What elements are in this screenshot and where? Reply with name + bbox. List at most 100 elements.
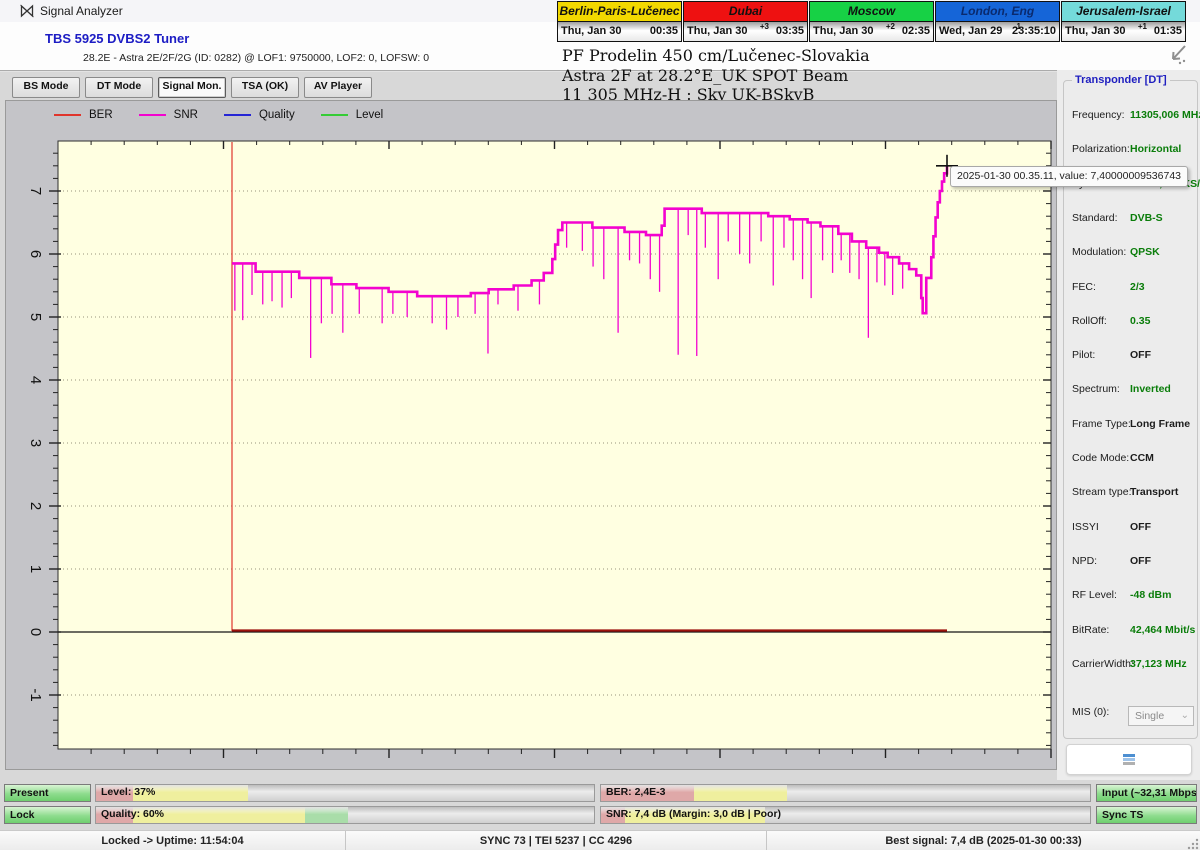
mis-label: MIS (0): [1072,706,1109,718]
ber-bar-label: BER: 2,4E-3 [606,786,666,798]
clock-time-row: Thu, Jan 30 +3 03:35 [684,22,807,41]
transponder-row-frequency-: Frequency: 11305,006 MHz [1064,109,1197,125]
signal-chart-plot[interactable]: 76543210-1 [6,101,1056,769]
clock-1: Berlin-Paris-Lučenec Thu, Jan 30 00:35 [557,1,682,42]
chart-panel: BER SNR Quality Level 76543210-1 [5,100,1057,770]
transponder-row-frame-type-: Frame Type: Long Frame [1064,418,1197,434]
row-value: OFF [1130,555,1151,567]
status-bar: Locked -> Uptime: 11:54:04 SYNC 73 | TEI… [0,830,1200,850]
row-label: Polarization: [1072,143,1130,155]
transponder-row-bitrate-: BitRate: 42,464 Mbit/s [1064,624,1197,640]
row-label: Spectrum: [1072,383,1120,395]
status-lock-uptime: Locked -> Uptime: 11:54:04 [0,831,346,850]
transponder-row-rf-level-: RF Level: -48 dBm [1064,589,1197,605]
row-label: Modulation: [1072,246,1126,258]
stream-list-button[interactable] [1066,744,1192,775]
mis-row: MIS (0): Single ⌄ [1064,706,1197,722]
mode-button-row: BS ModeDT ModeSignal Mon.TSA (OK)AV Play… [12,77,372,98]
row-label: Frame Type: [1072,418,1131,430]
transponder-row-npd-: NPD: OFF [1064,555,1197,571]
mode-button-tsa-ok-[interactable]: TSA (OK) [231,77,299,98]
row-value: 0.35 [1130,315,1150,327]
row-label: Frequency: [1072,109,1125,121]
snr-bar: SNR: 7,4 dB (Margin: 3,0 dB | Poor) [600,806,1091,824]
row-value: Long Frame [1130,418,1190,430]
clock-date: Thu, Jan 30 [1065,25,1126,37]
clock-utc-offset: +1 [1138,22,1147,31]
row-value: 42,464 Mbit/s [1130,624,1195,636]
clock-city: London, Eng [936,2,1059,22]
transponder-row-issyi: ISSYI OFF [1064,521,1197,537]
clock-time: 00:35 [650,25,678,37]
row-value: CCM [1130,452,1154,464]
transponder-row-polarization-: Polarization: Horizontal [1064,143,1197,159]
clock-date: Wed, Jan 29 [939,25,1002,37]
mode-button-av-player[interactable]: AV Player [304,77,372,98]
clock-time: 03:35 [776,25,804,37]
y-tick-label: 3 [27,439,44,447]
level-bar-label: Level: 37% [101,786,155,798]
transponder-row-pilot-: Pilot: OFF [1064,349,1197,365]
annotation-line-1: PF Prodelin 450 cm/Lučenec-Slovakia [562,46,870,66]
row-value: QPSK [1130,246,1160,258]
y-tick-label: 6 [27,250,44,258]
clock-city: Moscow [810,2,933,22]
row-label: RollOff: [1072,315,1107,327]
y-tick-label: 4 [27,376,44,384]
clock-date: Thu, Jan 30 [561,25,622,37]
row-label: RF Level: [1072,589,1117,601]
clock-4: London, Eng Wed, Jan 29 -1 23:35:10 [935,1,1060,42]
separator [0,70,1057,72]
y-tick-label: 1 [27,565,44,573]
chevron-down-icon: ⌄ [1181,707,1189,725]
pointer-icon [1164,42,1190,68]
transponder-row-stream-type-: Stream type: Transport [1064,486,1197,502]
row-value: 2/3 [1130,281,1145,293]
lock-indicator: Lock [4,806,91,824]
snr-bar-label: SNR: 7,4 dB (Margin: 3,0 dB | Poor) [606,808,781,820]
cursor-tooltip: 2025-01-30 00.35.11, value: 7,4000000953… [950,166,1188,187]
resize-grip[interactable] [1186,837,1199,850]
present-indicator: Present [4,784,91,802]
clock-city: Jerusalem-Israel [1062,2,1185,22]
window-title: Signal Analyzer [40,4,123,18]
input-indicator: Input (~32,31 Mbps) [1096,784,1197,802]
row-label: ISSYI [1072,521,1099,533]
clock-date: Thu, Jan 30 [813,25,874,37]
mis-select[interactable]: Single ⌄ [1128,706,1194,726]
transponder-row-fec-: FEC: 2/3 [1064,281,1197,297]
app-icon [20,4,34,18]
tuner-title: TBS 5925 DVBS2 Tuner [45,31,189,46]
transponder-row-carrierwidth-: CarrierWidth: 37,123 MHz [1064,658,1197,674]
mode-button-bs-mode[interactable]: BS Mode [12,77,80,98]
level-bar: Level: 37% [95,784,595,802]
clock-time-row: Wed, Jan 29 -1 23:35:10 [936,22,1059,41]
clock-2: Dubai Thu, Jan 30 +3 03:35 [683,1,808,42]
world-clocks: Berlin-Paris-Lučenec Thu, Jan 30 00:35 D… [557,1,1187,42]
clock-time-row: Thu, Jan 30 +1 01:35 [1062,22,1185,41]
transponder-title: Transponder [DT] [1072,74,1170,86]
row-label: NPD: [1072,555,1097,567]
transponder-row-spectrum-: Spectrum: Inverted [1064,383,1197,399]
mode-button-dt-mode[interactable]: DT Mode [85,77,153,98]
y-tick-label: 7 [27,187,44,195]
clock-utc-offset: +2 [886,22,895,31]
annotation-line-2: Astra 2F at 28.2°E_UK SPOT Beam [562,66,870,86]
row-value: Transport [1130,486,1178,498]
y-tick-label: -1 [27,688,44,701]
mis-selected-value: Single [1135,710,1164,722]
clock-3: Moscow Thu, Jan 30 +2 02:35 [809,1,934,42]
y-tick-label: 2 [27,502,44,510]
row-label: Standard: [1072,212,1118,224]
transponder-row-code-mode-: Code Mode: CCM [1064,452,1197,468]
tuner-subtitle: 28.2E - Astra 2E/2F/2G (ID: 0282) @ LOF1… [83,52,429,64]
sync-ts-indicator: Sync TS [1096,806,1197,824]
quality-bar: Quality: 60% [95,806,595,824]
plot-area [58,141,1051,749]
clock-city: Berlin-Paris-Lučenec [558,2,681,22]
clock-time-row: Thu, Jan 30 +2 02:35 [810,22,933,41]
row-value: OFF [1130,349,1151,361]
row-value: 11305,006 MHz [1130,109,1200,121]
row-value: Inverted [1130,383,1171,395]
mode-button-signal-mon-[interactable]: Signal Mon. [158,77,226,98]
